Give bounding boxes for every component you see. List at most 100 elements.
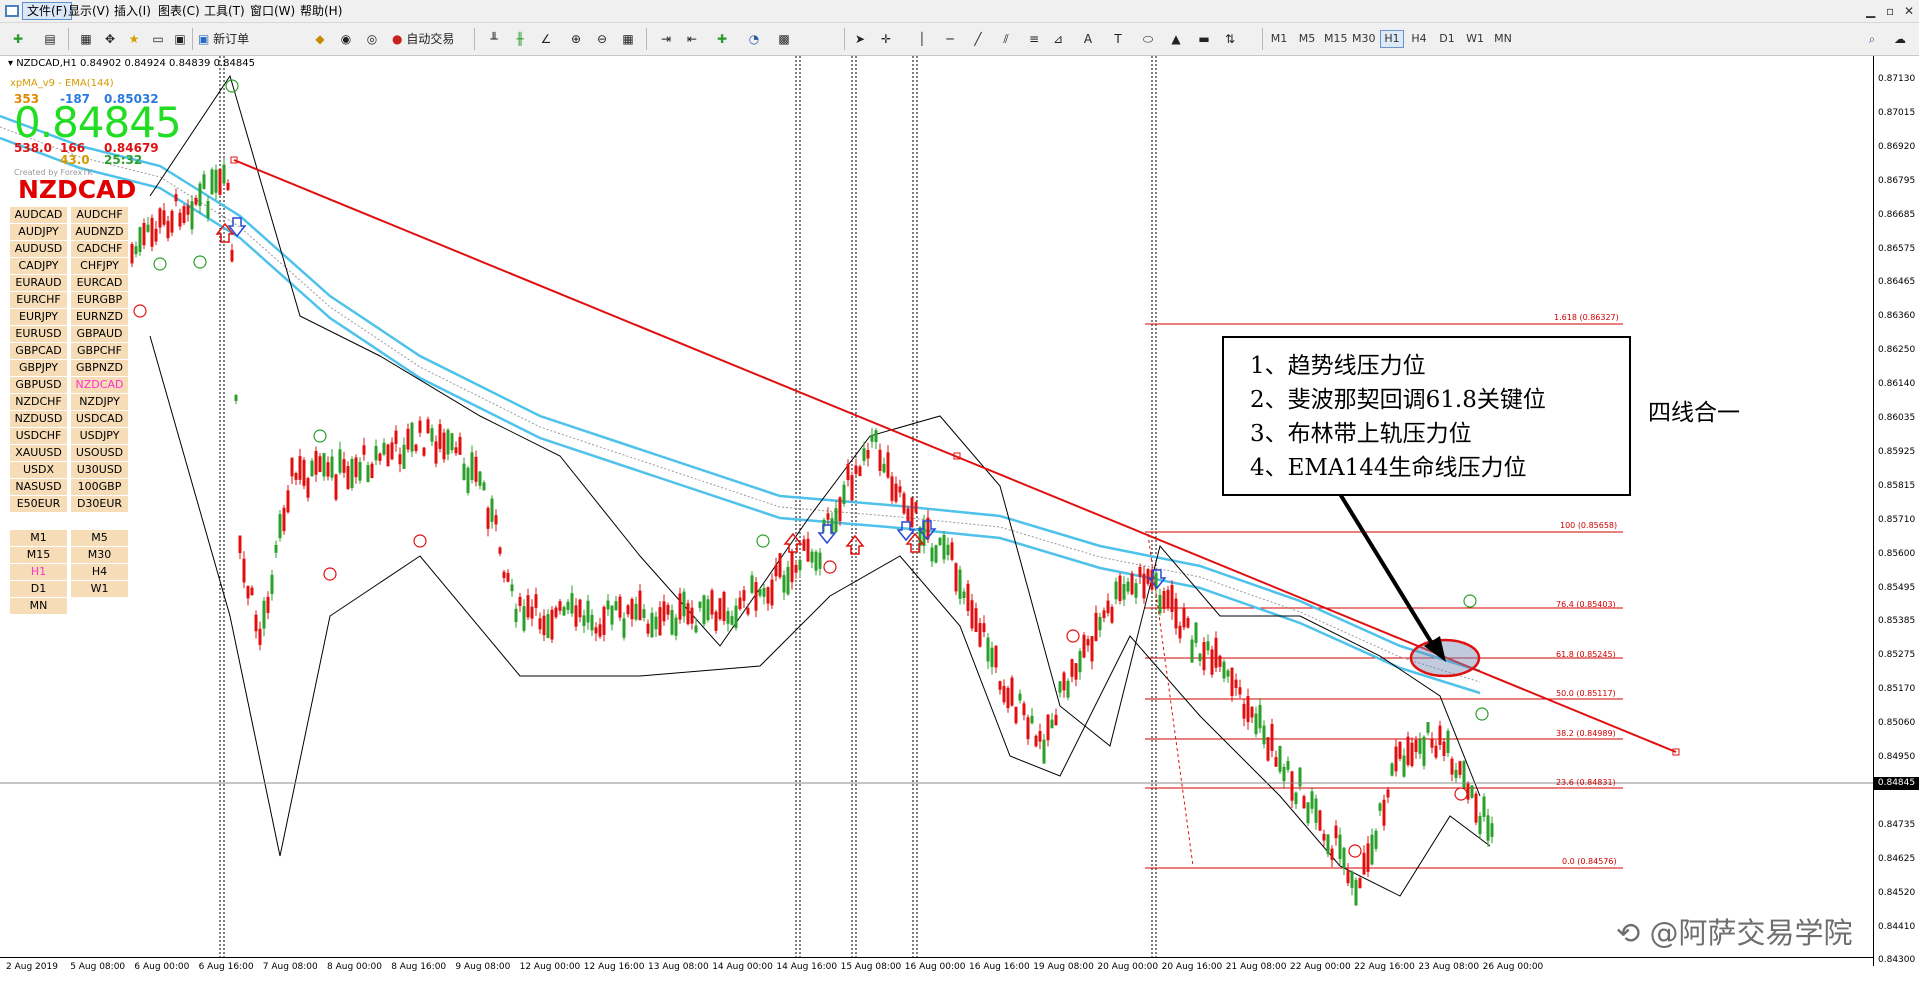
tf-button-m30[interactable]: M30 bbox=[71, 547, 128, 563]
indicators-icon[interactable]: ✚ bbox=[712, 29, 732, 49]
pair-button-nzdchf[interactable]: NZDCHF bbox=[10, 394, 67, 410]
time-axis[interactable]: 2 Aug 2019 5 Aug 08:00 6 Aug 00:00 6 Aug 16… bbox=[0, 957, 1873, 978]
pair-button-eurgbp[interactable]: EURGBP bbox=[71, 292, 128, 308]
pair-button-euraud[interactable]: EURAUD bbox=[10, 275, 67, 291]
pair-button-cadjpy[interactable]: CADJPY bbox=[10, 258, 67, 274]
autoscroll-icon[interactable]: ⇥ bbox=[656, 29, 676, 49]
pair-button-e50eur[interactable]: E50EUR bbox=[10, 496, 67, 512]
profiles-icon[interactable]: ▤ bbox=[40, 29, 60, 49]
tf-button-mn[interactable]: MN bbox=[10, 598, 67, 614]
tf-button-m5[interactable]: M5 bbox=[71, 530, 128, 546]
tf-mn[interactable]: MN bbox=[1492, 31, 1514, 47]
gann-icon[interactable]: ⊿ bbox=[1048, 29, 1068, 49]
pair-button-cadchf[interactable]: CADCHF bbox=[71, 241, 128, 257]
pair-button-gbpnzd[interactable]: GBPNZD bbox=[71, 360, 128, 376]
fibonacci-icon[interactable]: ≡ bbox=[1024, 29, 1044, 49]
tf-button-w1[interactable]: W1 bbox=[71, 581, 128, 597]
text-icon[interactable]: A bbox=[1078, 29, 1098, 49]
crosshair-icon[interactable]: ✛ bbox=[876, 29, 896, 49]
text-label-icon[interactable]: T bbox=[1108, 29, 1128, 49]
trendline-icon[interactable]: ╱ bbox=[968, 29, 988, 49]
pair-button-xauusd[interactable]: XAUUSD bbox=[10, 445, 67, 461]
pair-button-eurchf[interactable]: EURCHF bbox=[10, 292, 67, 308]
menu-insert[interactable]: 插入(I) bbox=[110, 3, 155, 19]
tf-h1[interactable]: H1 bbox=[1380, 30, 1404, 48]
arrows-icon[interactable]: ⇅ bbox=[1220, 29, 1240, 49]
pair-button-nzdcad[interactable]: NZDCAD bbox=[71, 377, 128, 393]
tf-m30[interactable]: M30 bbox=[1352, 31, 1376, 47]
channel-icon[interactable]: ⫽ bbox=[996, 29, 1016, 49]
pair-button-eurcad[interactable]: EURCAD bbox=[71, 275, 128, 291]
pair-button-usdcad[interactable]: USDCAD bbox=[71, 411, 128, 427]
ellipse-icon[interactable]: ⬭ bbox=[1138, 29, 1158, 49]
pair-button-audchf[interactable]: AUDCHF bbox=[71, 207, 128, 223]
pair-button-eurjpy[interactable]: EURJPY bbox=[10, 309, 67, 325]
cursor-icon[interactable]: ➤ bbox=[850, 29, 870, 49]
new-chart-icon[interactable]: ✚ bbox=[8, 29, 28, 49]
tile-windows-icon[interactable]: ▦ bbox=[618, 29, 638, 49]
pair-button-gbpcad[interactable]: GBPCAD bbox=[10, 343, 67, 359]
pair-button-u30usd[interactable]: U30USD bbox=[71, 462, 128, 478]
pair-button-usdjpy[interactable]: USDJPY bbox=[71, 428, 128, 444]
candlestick-icon[interactable]: ╫ bbox=[510, 29, 530, 49]
terminal-icon[interactable]: ▭ bbox=[148, 29, 168, 49]
pair-button-nasusd[interactable]: NASUSD bbox=[10, 479, 67, 495]
price-chart[interactable] bbox=[0, 56, 1873, 957]
chart-area[interactable] bbox=[0, 56, 1919, 983]
restore-icon[interactable]: ▫ bbox=[1886, 4, 1894, 18]
pair-button-gbpusd[interactable]: GBPUSD bbox=[10, 377, 67, 393]
pair-button-nzdusd[interactable]: NZDUSD bbox=[10, 411, 67, 427]
tf-button-h4[interactable]: H4 bbox=[71, 564, 128, 580]
pair-button-chfjpy[interactable]: CHFJPY bbox=[71, 258, 128, 274]
pair-button-eurnzd[interactable]: EURNZD bbox=[71, 309, 128, 325]
pair-button-100gbp[interactable]: 100GBP bbox=[71, 479, 128, 495]
pair-button-audusd[interactable]: AUDUSD bbox=[10, 241, 67, 257]
pair-button-audjpy[interactable]: AUDJPY bbox=[10, 224, 67, 240]
chart-shift-icon[interactable]: ⇤ bbox=[682, 29, 702, 49]
vertical-line-icon[interactable]: │ bbox=[912, 29, 932, 49]
new-order-button[interactable]: ▣ 新订单 bbox=[198, 29, 258, 49]
community-icon[interactable]: ☁ bbox=[1890, 29, 1910, 49]
market-watch-icon[interactable]: ▦ bbox=[76, 29, 96, 49]
pair-button-nzdjpy[interactable]: NZDJPY bbox=[71, 394, 128, 410]
metaeditor-icon[interactable]: ◆ bbox=[310, 29, 330, 49]
bar-chart-icon[interactable]: ╨ bbox=[484, 29, 504, 49]
horizontal-line-icon[interactable]: ─ bbox=[940, 29, 960, 49]
rectangle-icon[interactable]: ▬ bbox=[1194, 29, 1214, 49]
pair-button-gbpaud[interactable]: GBPAUD bbox=[71, 326, 128, 342]
auto-trading-button[interactable]: ● 自动交易 bbox=[392, 29, 468, 49]
line-chart-icon[interactable]: ∠ bbox=[536, 29, 556, 49]
pair-button-usousd[interactable]: USOUSD bbox=[71, 445, 128, 461]
menu-charts[interactable]: 图表(C) bbox=[154, 3, 204, 19]
tf-w1[interactable]: W1 bbox=[1464, 31, 1486, 47]
pair-button-audcad[interactable]: AUDCAD bbox=[10, 207, 67, 223]
close-icon[interactable]: ✕ bbox=[1904, 4, 1914, 18]
triangle-icon[interactable]: ▲ bbox=[1166, 29, 1186, 49]
data-window-icon[interactable]: ✥ bbox=[100, 29, 120, 49]
price-axis[interactable]: 0.87130 0.87015 0.86920 0.86795 0.86685 0.865… bbox=[1873, 56, 1919, 966]
menu-window[interactable]: 窗口(W) bbox=[246, 3, 299, 19]
pair-button-gbpjpy[interactable]: GBPJPY bbox=[10, 360, 67, 376]
pair-button-audnzd[interactable]: AUDNZD bbox=[71, 224, 128, 240]
menu-help[interactable]: 帮助(H) bbox=[296, 3, 346, 19]
tf-m1[interactable]: M1 bbox=[1268, 31, 1290, 47]
pair-button-usdchf[interactable]: USDCHF bbox=[10, 428, 67, 444]
tf-m5[interactable]: M5 bbox=[1296, 31, 1318, 47]
app-icon[interactable] bbox=[4, 3, 20, 19]
templates-icon[interactable]: ▩ bbox=[774, 29, 794, 49]
tf-d1[interactable]: D1 bbox=[1436, 31, 1458, 47]
tf-h4[interactable]: H4 bbox=[1408, 31, 1430, 47]
periods-icon[interactable]: ◔ bbox=[744, 29, 764, 49]
navigator-icon[interactable]: ★ bbox=[124, 29, 144, 49]
tf-button-h1[interactable]: H1 bbox=[10, 564, 67, 580]
search-icon[interactable]: ⌕ bbox=[1862, 29, 1882, 49]
menu-view[interactable]: 显示(V) bbox=[64, 3, 114, 19]
tf-m15[interactable]: M15 bbox=[1324, 31, 1348, 47]
tf-button-m1[interactable]: M1 bbox=[10, 530, 67, 546]
pair-button-d30eur[interactable]: D30EUR bbox=[71, 496, 128, 512]
pair-button-usdx[interactable]: USDX bbox=[10, 462, 67, 478]
signals-icon[interactable]: ◎ bbox=[362, 29, 382, 49]
menu-tools[interactable]: 工具(T) bbox=[200, 3, 249, 19]
minimize-icon[interactable]: ▁ bbox=[1866, 4, 1875, 18]
accounts-icon[interactable]: ◉ bbox=[336, 29, 356, 49]
